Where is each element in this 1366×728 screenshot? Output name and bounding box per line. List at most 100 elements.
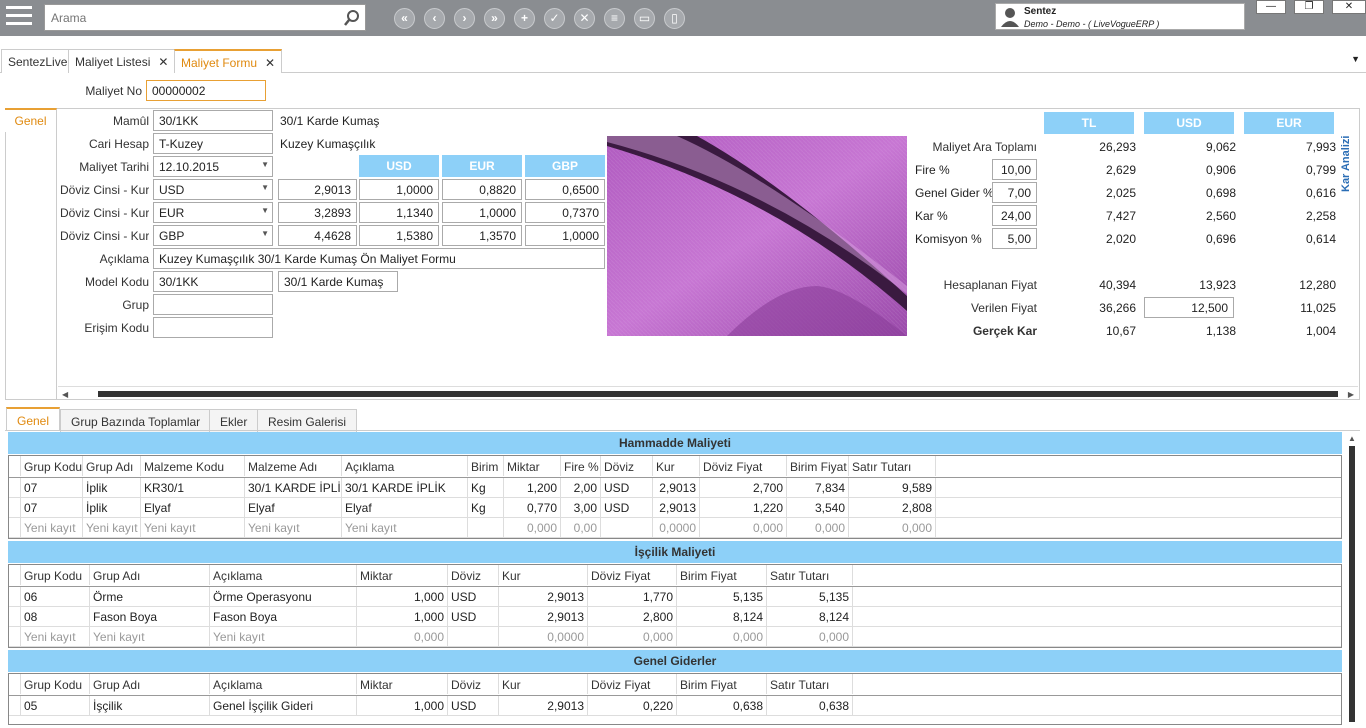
column-header[interactable]: Grup Kodu bbox=[21, 674, 90, 694]
minimize-icon[interactable]: — bbox=[1256, 0, 1286, 14]
table-cell[interactable]: Yeni kayıt bbox=[83, 518, 141, 538]
kar-percent-field[interactable]: 24,00 bbox=[992, 205, 1037, 226]
table-cell[interactable]: 5,135 bbox=[767, 587, 853, 607]
table-row[interactable]: 07 İplik Elyaf Elyaf Elyaf Kg 0,770 3,00 USD 2,90… bbox=[9, 498, 1341, 518]
table-cell[interactable]: Fason Boya bbox=[210, 607, 357, 627]
add-icon[interactable]: + bbox=[514, 8, 535, 29]
column-header[interactable]: Grup Adı bbox=[83, 456, 141, 476]
maliyet-no-field[interactable]: 00000002 bbox=[146, 80, 266, 101]
table-cell[interactable]: 3,540 bbox=[787, 498, 849, 518]
doviz-select[interactable]: EUR ▼ bbox=[153, 202, 273, 223]
scroll-left-icon[interactable]: ◀ bbox=[62, 390, 68, 399]
column-header[interactable]: Döviz bbox=[448, 565, 499, 585]
table-cell[interactable]: 05 bbox=[21, 696, 90, 716]
table-cell[interactable]: Elyaf bbox=[342, 498, 468, 518]
subtab-genel[interactable]: Genel bbox=[6, 407, 61, 431]
rate-usd[interactable]: 1,0000 bbox=[359, 179, 439, 200]
table-cell[interactable]: 1,000 bbox=[357, 696, 448, 716]
aciklama-field[interactable]: Kuzey Kumaşçılık 30/1 Karde Kumaş Ön Mal… bbox=[153, 248, 605, 269]
table-row[interactable]: 05 İşçilik Genel İşçilik Gideri 1,000 USD 2,9… bbox=[9, 696, 1341, 716]
next-record-icon[interactable]: › bbox=[454, 8, 475, 29]
table-cell[interactable]: 08 bbox=[21, 607, 90, 627]
scroll-thumb[interactable] bbox=[98, 391, 1338, 397]
table-cell[interactable]: İplik bbox=[83, 478, 141, 498]
hamburger-menu-icon[interactable] bbox=[6, 6, 32, 30]
table-cell[interactable]: Elyaf bbox=[141, 498, 245, 518]
table-cell[interactable]: 0,0000 bbox=[499, 627, 588, 647]
table-cell[interactable]: Yeni kayıt bbox=[141, 518, 245, 538]
new-record-row[interactable]: Yeni kayıt Yeni kayıt Yeni kayıt 0,000 0,000… bbox=[9, 627, 1341, 647]
table-cell[interactable]: USD bbox=[448, 696, 499, 716]
first-record-icon[interactable]: « bbox=[394, 8, 415, 29]
tab-maliyet-formu[interactable]: Maliyet Formu ✕ bbox=[174, 49, 283, 73]
column-header[interactable]: Birim Fiyat bbox=[677, 565, 767, 585]
table-cell[interactable]: 07 bbox=[21, 498, 83, 518]
tab-sentezlive[interactable]: SentezLive bbox=[1, 49, 75, 73]
rate-gbp[interactable]: 1,0000 bbox=[525, 225, 605, 246]
table-cell[interactable]: İşçilik bbox=[90, 696, 210, 716]
scroll-thumb[interactable] bbox=[1349, 446, 1355, 722]
scroll-right-icon[interactable]: ▶ bbox=[1348, 390, 1354, 399]
chevron-down-icon[interactable]: ▼ bbox=[261, 206, 269, 215]
maliyet-tarihi-field[interactable]: 12.10.2015 ▼ bbox=[153, 156, 273, 177]
horizontal-scrollbar[interactable]: ◀ ▶ bbox=[58, 386, 1358, 400]
table-cell[interactable]: 2,00 bbox=[561, 478, 601, 498]
column-header[interactable]: Açıklama bbox=[342, 456, 468, 476]
table-cell[interactable]: 1,000 bbox=[357, 607, 448, 627]
table-cell[interactable]: Kg bbox=[468, 478, 504, 498]
table-cell[interactable]: 0,000 bbox=[357, 627, 448, 647]
column-header[interactable]: Kur bbox=[499, 674, 588, 694]
side-tab-genel[interactable]: Genel bbox=[5, 108, 57, 132]
column-header[interactable]: Miktar bbox=[357, 565, 448, 585]
cancel-x-icon[interactable]: ✕ bbox=[574, 8, 595, 29]
table-cell[interactable]: 30/1 KARDE İPLİK bbox=[342, 478, 468, 498]
table-cell[interactable] bbox=[468, 518, 504, 538]
rate-eur[interactable]: 1,3570 bbox=[442, 225, 522, 246]
user-panel[interactable]: Sentez Demo - Demo - ( LiveVogueERP ) bbox=[995, 3, 1245, 30]
restore-icon[interactable]: ❐ bbox=[1294, 0, 1324, 14]
search-icon[interactable] bbox=[343, 9, 361, 27]
column-header[interactable]: Grup Adı bbox=[90, 674, 210, 694]
table-cell[interactable]: USD bbox=[601, 498, 653, 518]
column-header[interactable]: Miktar bbox=[357, 674, 448, 694]
table-cell[interactable]: 1,000 bbox=[357, 587, 448, 607]
column-header[interactable]: Birim Fiyat bbox=[787, 456, 849, 476]
table-cell[interactable]: 2,808 bbox=[849, 498, 936, 518]
table-cell[interactable]: 30/1 KARDE İPLİK bbox=[245, 478, 342, 498]
table-cell[interactable]: 0,000 bbox=[700, 518, 787, 538]
table-cell[interactable]: Örme bbox=[90, 587, 210, 607]
doviz-select[interactable]: USD ▼ bbox=[153, 179, 273, 200]
table-cell[interactable]: Örme Operasyonu bbox=[210, 587, 357, 607]
table-cell[interactable]: 0,00 bbox=[561, 518, 601, 538]
table-cell[interactable]: 7,834 bbox=[787, 478, 849, 498]
list-icon[interactable]: ≡ bbox=[604, 8, 625, 29]
column-header[interactable]: Grup Kodu bbox=[21, 565, 90, 585]
kur-field[interactable]: 4,4628 bbox=[278, 225, 357, 246]
table-cell[interactable]: 0,638 bbox=[677, 696, 767, 716]
table-cell[interactable]: 0,638 bbox=[767, 696, 853, 716]
table-cell[interactable]: USD bbox=[448, 607, 499, 627]
cari-hesap-field[interactable]: T-Kuzey bbox=[153, 133, 273, 154]
table-cell[interactable]: Yeni kayıt bbox=[245, 518, 342, 538]
table-cell[interactable]: 07 bbox=[21, 478, 83, 498]
table-cell[interactable]: 0,000 bbox=[849, 518, 936, 538]
close-tab-icon[interactable]: ✕ bbox=[158, 55, 168, 69]
column-header[interactable]: Döviz bbox=[448, 674, 499, 694]
table-row[interactable]: 07 İplik KR30/1 30/1 KARDE İPLİK 30/1 KARDE … bbox=[9, 478, 1341, 498]
table-cell[interactable]: USD bbox=[448, 587, 499, 607]
close-tab-icon[interactable]: ✕ bbox=[265, 56, 275, 70]
rate-eur[interactable]: 1,0000 bbox=[442, 202, 522, 223]
table-cell[interactable]: USD bbox=[601, 478, 653, 498]
column-header[interactable]: Miktar bbox=[504, 456, 561, 476]
table-cell[interactable]: 8,124 bbox=[677, 607, 767, 627]
vertical-scrollbar[interactable]: ▲ bbox=[1345, 432, 1359, 724]
table-cell[interactable]: Yeni kayıt bbox=[210, 627, 357, 647]
table-cell[interactable]: Yeni kayıt bbox=[342, 518, 468, 538]
model-kodu-field[interactable]: 30/1KK bbox=[153, 271, 273, 292]
column-header[interactable]: Döviz Fiyat bbox=[700, 456, 787, 476]
table-cell[interactable]: Kg bbox=[468, 498, 504, 518]
table-cell[interactable]: 8,124 bbox=[767, 607, 853, 627]
search-input[interactable] bbox=[45, 5, 335, 30]
table-cell[interactable]: 9,589 bbox=[849, 478, 936, 498]
rate-eur[interactable]: 0,8820 bbox=[442, 179, 522, 200]
